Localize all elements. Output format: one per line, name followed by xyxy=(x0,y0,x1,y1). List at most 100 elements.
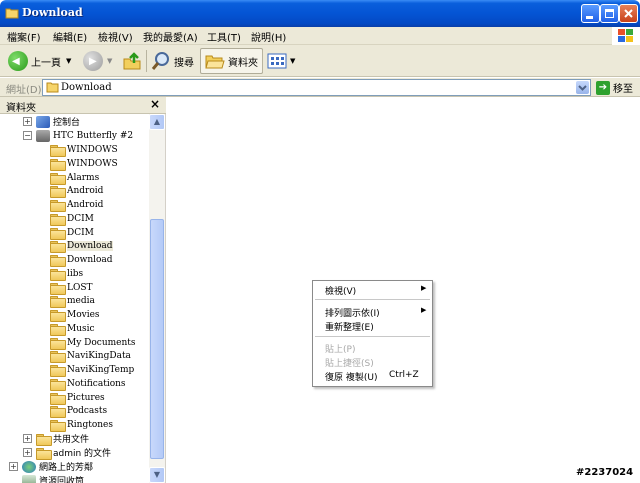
folder-open-icon xyxy=(205,55,225,69)
menu-help[interactable]: 說明(H) xyxy=(251,29,286,44)
tree-item-folder[interactable]: NaviKingTemp xyxy=(50,363,134,377)
tree-item-folder[interactable]: Ringtones xyxy=(50,418,113,432)
context-item-refresh[interactable]: 重新整理(E) xyxy=(325,320,374,333)
folder-icon xyxy=(50,213,66,226)
go-label: 移至 xyxy=(613,84,633,95)
tree-item-folder-selected[interactable]: Download xyxy=(50,239,113,253)
tree-item-folder[interactable]: NaviKingData xyxy=(50,349,131,363)
folder-icon xyxy=(50,199,66,212)
menu-view[interactable]: 檢視(V) xyxy=(98,29,133,44)
folder-icon xyxy=(50,172,66,185)
minimize-button[interactable] xyxy=(581,4,600,23)
up-folder-button[interactable] xyxy=(122,48,142,74)
folder-icon xyxy=(50,323,66,336)
folder-icon xyxy=(50,227,66,240)
toolbar: ◀ 上一頁 ▼ ▶ ▼ 搜尋 資料夾 ▼ xyxy=(0,45,640,77)
tree-item-control-panel[interactable]: 控制台 xyxy=(36,115,80,128)
menu-favorites[interactable]: 我的最愛(A) xyxy=(143,29,198,44)
tree-item-recycle-bin[interactable]: 資源回收筒 xyxy=(22,474,84,483)
address-bar: 網址(D) Download ➔ 移至 xyxy=(0,78,640,97)
folder-icon xyxy=(50,295,66,308)
scroll-thumb[interactable] xyxy=(150,219,164,459)
folder-tree: + 控制台 − HTC Butterfly #2 WINDOWS WINDOWS… xyxy=(0,114,148,483)
address-value: Download xyxy=(61,82,112,93)
tree-item-folder[interactable]: Android xyxy=(50,198,103,212)
expand-icon[interactable]: + xyxy=(9,462,18,471)
folder-icon xyxy=(50,392,66,405)
folder-pane-close-icon[interactable]: × xyxy=(150,97,160,111)
folder-pane-title: 資料夾 xyxy=(6,103,36,114)
tree-item-folder[interactable]: Android xyxy=(50,184,103,198)
tree-item-folder[interactable]: Music xyxy=(50,322,95,336)
search-button[interactable]: 搜尋 xyxy=(151,48,194,74)
watermark: #2237024 xyxy=(576,467,634,478)
tree-item-folder[interactable]: Pictures xyxy=(50,391,105,405)
go-arrow-icon: ➔ xyxy=(596,80,610,95)
tree-item-folder[interactable]: Download xyxy=(50,253,113,267)
recycle-bin-icon xyxy=(22,474,36,483)
network-icon xyxy=(22,460,36,473)
minimize-icon xyxy=(586,16,593,19)
tree-item-folder[interactable]: Alarms xyxy=(50,171,99,185)
tree-item-shared-documents[interactable]: 共用文件 xyxy=(36,432,89,446)
menu-bar: 檔案(F) 編輯(E) 檢視(V) 我的最愛(A) 工具(T) 說明(H) xyxy=(0,27,640,45)
tree-item-folder[interactable]: DCIM xyxy=(50,226,94,240)
tree-item-folder[interactable]: media xyxy=(50,294,95,308)
folder-icon xyxy=(50,419,66,432)
menu-file[interactable]: 檔案(F) xyxy=(7,29,41,44)
up-folder-icon xyxy=(123,52,141,70)
tree-item-htc-butterfly[interactable]: HTC Butterfly #2 xyxy=(36,129,133,142)
folder-icon xyxy=(5,7,19,19)
expand-icon[interactable]: + xyxy=(23,448,32,457)
tree-item-folder[interactable]: Podcasts xyxy=(50,404,107,418)
context-item-paste[interactable]: 貼上(P) xyxy=(325,342,355,355)
windows-logo-icon xyxy=(612,27,640,45)
address-dropdown-button[interactable] xyxy=(576,81,589,94)
expand-icon[interactable]: + xyxy=(23,434,32,443)
tree-item-folder[interactable]: WINDOWS xyxy=(50,143,118,157)
views-grid-icon xyxy=(267,53,287,69)
tree-item-folder[interactable]: libs xyxy=(50,267,83,281)
shortcut-label: Ctrl+Z xyxy=(389,370,419,380)
folder-icon xyxy=(36,447,52,460)
search-icon xyxy=(151,52,169,70)
scroll-up-button[interactable]: ▲ xyxy=(149,114,165,130)
tree-item-admin-documents[interactable]: admin 的文件 xyxy=(36,446,111,460)
folder-icon xyxy=(46,82,59,93)
go-button[interactable]: ➔ 移至 xyxy=(596,80,633,95)
tree-item-folder[interactable]: Notifications xyxy=(50,377,126,391)
context-item-paste-shortcut[interactable]: 貼上捷徑(S) xyxy=(325,356,374,369)
folder-icon xyxy=(50,337,66,350)
tree-item-folder[interactable]: LOST xyxy=(50,281,93,295)
forward-dropdown-icon: ▼ xyxy=(107,57,113,65)
maximize-button[interactable] xyxy=(600,4,619,23)
folder-icon xyxy=(50,158,66,171)
tree-item-folder[interactable]: WINDOWS xyxy=(50,157,118,171)
title-bar: Download xyxy=(0,0,640,27)
views-dropdown-icon: ▼ xyxy=(290,57,296,65)
context-item-view[interactable]: 檢視(V) ▶ xyxy=(325,284,426,297)
folder-icon xyxy=(36,433,52,446)
back-button[interactable]: ◀ 上一頁 ▼ xyxy=(8,48,71,74)
context-item-undo-copy[interactable]: 復原 複製(U) Ctrl+Z xyxy=(325,370,419,383)
folders-button[interactable]: 資料夾 xyxy=(200,48,263,74)
menu-edit[interactable]: 編輯(E) xyxy=(53,29,87,44)
folder-icon xyxy=(50,282,66,295)
forward-button[interactable]: ▶ ▼ xyxy=(83,48,112,74)
close-button[interactable] xyxy=(619,4,638,23)
back-label: 上一頁 xyxy=(31,57,61,69)
context-item-arrange-icons[interactable]: 排列圖示依(I) ▶ xyxy=(325,306,426,319)
scroll-down-button[interactable]: ▼ xyxy=(149,467,165,483)
collapse-icon[interactable]: − xyxy=(23,131,32,140)
tree-item-folder[interactable]: My Documents xyxy=(50,336,136,350)
address-input[interactable]: Download xyxy=(42,79,591,96)
folder-pane-header: 資料夾 × xyxy=(0,97,166,114)
folder-pane-scrollbar[interactable]: ▲ ▼ xyxy=(149,114,165,483)
tree-item-folder[interactable]: DCIM xyxy=(50,212,94,226)
views-button[interactable]: ▼ xyxy=(267,48,295,74)
expand-icon[interactable]: + xyxy=(23,117,32,126)
menu-tools[interactable]: 工具(T) xyxy=(207,29,241,44)
tree-item-network-places[interactable]: 網路上的芳鄰 xyxy=(22,460,93,473)
tree-item-folder[interactable]: Movies xyxy=(50,308,100,322)
folder-icon xyxy=(50,364,66,377)
